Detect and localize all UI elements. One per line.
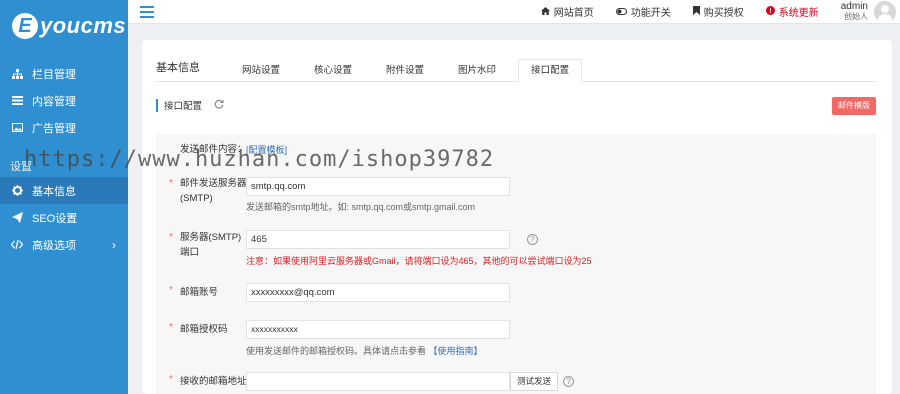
smtp-port-label-line2: 端口 xyxy=(180,247,200,258)
home-icon xyxy=(540,6,550,17)
top-link-label: 系统更新 xyxy=(778,8,819,19)
required-mark: * xyxy=(169,232,173,243)
user-names: admin 创始人 xyxy=(840,0,868,22)
code-icon xyxy=(10,240,24,249)
sidebar-item-columns[interactable]: 栏目管理 xyxy=(0,60,128,87)
required-mark: * xyxy=(169,374,173,385)
subbar-title: 接口配置 xyxy=(164,101,203,112)
subbar-marker xyxy=(156,98,158,112)
tab-core-settings[interactable]: 核心设置 xyxy=(302,61,364,81)
subbar: 接口配置 邮件模版 xyxy=(156,95,876,115)
toggle-icon xyxy=(615,7,627,17)
receive-email-label: 接收的邮箱地址 xyxy=(180,376,247,387)
top-link-license[interactable]: 购买授权 xyxy=(692,4,744,19)
sidebar-item-seo[interactable]: SEO设置 xyxy=(0,204,128,231)
refresh-icon[interactable] xyxy=(214,99,224,112)
required-mark: * xyxy=(169,178,173,189)
paper-plane-icon xyxy=(10,212,24,223)
sidebar-item-ads[interactable]: 广告管理 xyxy=(0,114,128,141)
required-mark: * xyxy=(169,285,173,296)
email-auth-hint: 使用发送邮件的邮箱授权码。具体请点击参看 【使用指南】 xyxy=(246,344,483,357)
smtp-server-label-line2: (SMTP) xyxy=(180,193,213,204)
alert-icon xyxy=(765,6,775,17)
smtp-port-warning: 注意：如果使用阿里云服务器或Gmail，请将端口设为465，其他的可以尝试端口设… xyxy=(246,256,592,266)
smtp-port-label-line1: 服务器(SMTP) xyxy=(180,232,242,243)
tab-site-settings[interactable]: 网站设置 xyxy=(230,61,292,81)
email-account-label: 邮箱账号 xyxy=(180,287,219,298)
gear-icon xyxy=(10,185,24,196)
email-content-label: 发送邮件内容： xyxy=(180,144,247,155)
avatar[interactable] xyxy=(874,0,896,23)
tab-attachment-settings[interactable]: 附件设置 xyxy=(374,61,436,81)
help-icon[interactable]: ? xyxy=(563,376,574,387)
top-link-label: 功能开关 xyxy=(630,8,671,19)
tab-api-config[interactable]: 接口配置 xyxy=(518,59,583,82)
sidebar-item-label: 广告管理 xyxy=(32,122,76,135)
tab-image-watermark[interactable]: 图片水印 xyxy=(446,61,508,81)
smtp-server-input[interactable]: smtp.qq.com xyxy=(246,177,510,196)
tabs-title: 基本信息 xyxy=(156,62,200,74)
list-icon xyxy=(10,96,24,105)
bookmark-icon xyxy=(692,6,700,17)
sidebar-section-title: 设置 xyxy=(10,161,32,173)
api-config-form: 发送邮件内容： [配置模板] * 邮件发送服务器 (SMTP) smtp.qq.… xyxy=(156,134,876,394)
user-role: 创始人 xyxy=(844,11,868,21)
email-auth-input[interactable]: xxxxxxxxxxx xyxy=(246,320,510,339)
help-icon[interactable]: ? xyxy=(527,234,538,245)
email-auth-hint-text: 使用发送邮件的邮箱授权码。具体请点击参看 xyxy=(246,346,427,356)
email-content-row: 发送邮件内容： [配置模板] xyxy=(156,142,876,156)
logo-text: youcms xyxy=(40,13,127,38)
smtp-port-label: 服务器(SMTP) 端口 xyxy=(180,230,256,260)
sidebar-item-content[interactable]: 内容管理 xyxy=(0,87,128,114)
sitemap-icon xyxy=(10,68,24,79)
email-auth-label: 邮箱授权码 xyxy=(180,324,228,335)
email-account-input[interactable]: xxxxxxxxx@qq.com xyxy=(246,283,510,302)
usage-guide-link[interactable]: 【使用指南】 xyxy=(429,346,483,356)
user-name: admin xyxy=(840,0,868,12)
smtp-port-input[interactable]: 465 xyxy=(246,230,510,249)
sidebar-item-label: 栏目管理 xyxy=(32,68,76,81)
top-links: 网站首页 功能开关 购买授权 系统更新 admin 创始人 xyxy=(540,0,900,24)
test-send-button[interactable]: 测试发送 xyxy=(510,372,559,391)
settings-tabs: 基本信息 网站设置 核心设置 附件设置 图片水印 接口配置 xyxy=(156,59,876,82)
sidebar: E youcms 栏目管理 内容管理 广告管理 设置 基本信息 SEO设置 高级… xyxy=(0,0,128,394)
top-link-label: 购买授权 xyxy=(703,8,744,19)
sidebar-item-basic-info[interactable]: 基本信息 xyxy=(0,177,128,204)
content-panel: 基本信息 网站设置 核心设置 附件设置 图片水印 接口配置 接口配置 邮件模版 … xyxy=(142,40,892,394)
config-template-link[interactable]: [配置模板] xyxy=(246,143,287,156)
sidebar-item-advanced[interactable]: 高级选项 › xyxy=(0,231,128,258)
smtp-server-label-line1: 邮件发送服务器 xyxy=(180,178,247,189)
required-mark: * xyxy=(169,322,173,333)
top-link-home[interactable]: 网站首页 xyxy=(540,4,594,19)
image-icon xyxy=(10,123,24,132)
logo-mark: E xyxy=(12,13,38,39)
sidebar-item-label: 基本信息 xyxy=(32,185,76,198)
sidebar-item-label: 内容管理 xyxy=(32,95,76,108)
sidebar-item-label: SEO设置 xyxy=(32,212,78,225)
logo[interactable]: E youcms xyxy=(0,0,128,52)
menu-toggle-icon[interactable] xyxy=(140,5,154,18)
chevron-right-icon: › xyxy=(112,237,116,252)
top-link-label: 网站首页 xyxy=(553,8,594,19)
top-link-update[interactable]: 系统更新 xyxy=(765,4,819,19)
email-template-button[interactable]: 邮件模版 xyxy=(832,97,876,115)
receive-email-input[interactable] xyxy=(246,372,510,391)
top-link-features[interactable]: 功能开关 xyxy=(615,4,671,19)
sidebar-nav: 栏目管理 内容管理 广告管理 设置 基本信息 SEO设置 高级选项 › xyxy=(0,60,128,258)
user-menu[interactable]: admin 创始人 xyxy=(840,0,896,23)
topbar: 网站首页 功能开关 购买授权 系统更新 admin 创始人 xyxy=(128,0,900,24)
smtp-server-hint: 发送邮箱的smtp地址。如: smtp.qq.com或smtp.gmail.co… xyxy=(246,202,476,212)
smtp-server-label: 邮件发送服务器 (SMTP) xyxy=(180,176,256,206)
sidebar-item-label: 高级选项 xyxy=(32,239,76,252)
